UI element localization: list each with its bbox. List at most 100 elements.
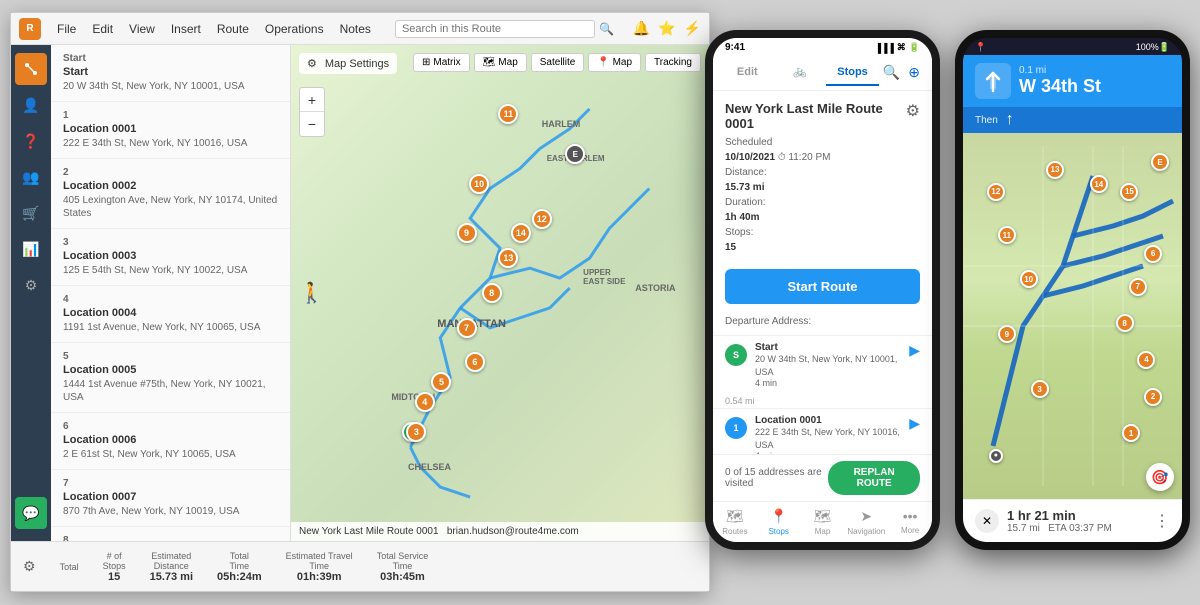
total-section: Total	[60, 562, 79, 572]
menu-file[interactable]: File	[57, 22, 76, 36]
satellite-view-btn[interactable]: Satellite	[531, 53, 585, 72]
stop1-name: Location 0001	[755, 415, 901, 426]
time-label: TotalTime	[230, 551, 250, 571]
nav-pin-8-nav: 8	[1116, 314, 1134, 332]
list-item-4[interactable]: 4 Location 0004 1191 1st Avenue, New Yor…	[51, 286, 290, 343]
nav-then-bar: Then ↑	[963, 107, 1182, 133]
menu-route[interactable]: Route	[217, 22, 249, 36]
stop3-addr: 125 E 54th St, New York, NY 10022, USA	[63, 264, 278, 277]
astoria-label: ASTORIA	[635, 283, 675, 293]
notification-icon[interactable]: 🔔	[633, 20, 650, 37]
nav-turn-arrow	[975, 63, 1011, 99]
list-item-3[interactable]: 3 Location 0003 125 E 54th St, New York,…	[51, 229, 290, 286]
phone1-nav: Edit 🚲 Stops 🔍 ⊕	[713, 55, 932, 91]
phone1-search-icon[interactable]: 🔍	[879, 64, 904, 81]
nav-eta-info: 1 hr 21 min 15.7 mi ETA 03:37 PM	[1007, 508, 1146, 534]
matrix-view-btn[interactable]: ⊞ Matrix	[413, 53, 470, 72]
menu-edit[interactable]: Edit	[92, 22, 113, 36]
phone1-stops-bottom-tab[interactable]: 📍 Stops	[757, 506, 801, 538]
start-route-button[interactable]: Start Route	[725, 269, 920, 304]
settings-icon[interactable]: ⚙	[23, 558, 36, 575]
phone1-navigation-tab[interactable]: ➤ Navigation	[844, 506, 888, 538]
map-type-btn[interactable]: 📍 Map	[588, 53, 641, 72]
sidebar-route-icon[interactable]	[15, 53, 47, 85]
stop1-name: Location 0001	[63, 123, 278, 135]
phone1-more-tab[interactable]: ••• More	[888, 506, 932, 538]
nav-direction-header: 0.1 mi W 34th St	[963, 55, 1182, 107]
travel-label: Estimated TravelTime	[286, 551, 353, 571]
map-zoom-controls: + −	[299, 87, 325, 137]
tracking-label: Tracking	[654, 57, 692, 68]
map-settings-bar: ⚙ Map Settings	[299, 53, 397, 74]
nav-location-button[interactable]: 🎯	[1146, 463, 1174, 491]
time-value: 05h:24m	[217, 571, 262, 583]
list-item-7[interactable]: 7 Location 0007 870 7th Ave, New York, N…	[51, 470, 290, 527]
zoom-out-button[interactable]: −	[300, 112, 324, 136]
star-icon[interactable]: ⭐	[658, 20, 675, 37]
menu-operations[interactable]: Operations	[265, 22, 324, 36]
map-background: ⚙ Map Settings 🚶 + − ⊞ Matrix	[291, 45, 709, 541]
replan-bar: 0 of 15 addresses are visited REPLAN ROU…	[713, 454, 932, 501]
nav-close-button[interactable]: ✕	[975, 509, 999, 533]
menu-notes[interactable]: Notes	[340, 22, 371, 36]
list-item-6[interactable]: 6 Location 0006 2 E 61st St, New York, N…	[51, 413, 290, 470]
list-item-start[interactable]: Start Start 20 W 34th St, New York, NY 1…	[51, 45, 290, 102]
phone1-routes-tab[interactable]: 🗺 Routes	[713, 506, 757, 538]
app-body: 👤 ❓ 👥 🛒 📊 ⚙ 💬 Start Start 20 W 34th St, …	[11, 45, 709, 541]
settings-gear-icon[interactable]: ⚙	[307, 57, 317, 70]
map-pin-3: 9	[457, 223, 477, 243]
stop1-label: 1	[63, 110, 278, 121]
start-name: Start	[63, 66, 278, 78]
nav-bottom-bar: ✕ 1 hr 21 min 15.7 mi ETA 03:37 PM ⋮	[963, 499, 1182, 542]
nav-map[interactable]: E 12 13 14 15 11 10 6 7 8 9 4 3 2 1 ● 🎯	[963, 133, 1182, 499]
app-logo: R	[19, 18, 41, 40]
map-pin-10: 5	[431, 372, 451, 392]
map-pin-9: 6	[465, 352, 485, 372]
menu-insert[interactable]: Insert	[171, 22, 201, 36]
stops-tab-label: Stops	[768, 527, 788, 536]
map-pin-2: 10	[469, 174, 489, 194]
sidebar-settings-icon[interactable]: ⚙	[15, 269, 47, 301]
sidebar-cart-icon[interactable]: 🛒	[15, 197, 47, 229]
phone1-settings-icon[interactable]: ⚙	[906, 101, 920, 121]
phone1-stops-tab[interactable]: Stops	[826, 60, 879, 86]
phone1-bike-tab[interactable]: 🚲	[774, 59, 827, 86]
replan-route-button[interactable]: REPLAN ROUTE	[828, 461, 920, 495]
stop2-label: 2	[63, 167, 278, 178]
more-icon[interactable]: ⚡	[684, 20, 701, 37]
stop7-name: Location 0007	[63, 491, 278, 503]
route-list: Start Start 20 W 34th St, New York, NY 1…	[51, 45, 291, 541]
start-nav-icon[interactable]: ▶	[909, 342, 920, 359]
stop1-nav-icon[interactable]: ▶	[909, 415, 920, 432]
sidebar-chat-icon[interactable]: 💬	[15, 497, 47, 529]
routes-tab-label: Routes	[722, 527, 747, 536]
list-item-1[interactable]: 1 Location 0001 222 E 34th St, New York,…	[51, 102, 290, 159]
map-area[interactable]: ⚙ Map Settings 🚶 + − ⊞ Matrix	[291, 45, 709, 541]
stop1-addr: 222 E 34th St, New York, NY 10016, USA	[755, 426, 901, 451]
stop2-addr: 405 Lexington Ave, New York, NY 10174, U…	[63, 194, 278, 220]
sidebar-team-icon[interactable]: 👥	[15, 161, 47, 193]
zoom-in-button[interactable]: +	[300, 88, 324, 112]
nav-more-button[interactable]: ⋮	[1154, 511, 1170, 531]
phone1-add-icon[interactable]: ⊕	[904, 64, 924, 81]
stop7-label: 7	[63, 478, 278, 489]
phone1-edit-tab[interactable]: Edit	[721, 60, 774, 86]
list-item-2[interactable]: 2 Location 0002 405 Lexington Ave, New Y…	[51, 159, 290, 229]
phone1-map-tab[interactable]: 🗺 Map	[801, 506, 845, 538]
travel-value: 01h:39m	[297, 571, 342, 583]
list-item-5[interactable]: 5 Location 0005 1444 1st Avenue #75th, N…	[51, 343, 290, 413]
menu-view[interactable]: View	[129, 22, 155, 36]
sidebar-contacts-icon[interactable]: 👤	[15, 89, 47, 121]
stop5-addr: 1444 1st Avenue #75th, New York, NY 1002…	[63, 378, 278, 404]
stop4-label: 4	[63, 294, 278, 305]
sidebar-chart-icon[interactable]: 📊	[15, 233, 47, 265]
search-input[interactable]	[395, 20, 595, 38]
list-item-8[interactable]: 8 Location 0008 533 W 47th St, New York,…	[51, 527, 290, 541]
map-settings-label: Map Settings	[325, 58, 389, 70]
map-type-label: 📍 Map	[597, 57, 632, 68]
stop5-label: 5	[63, 351, 278, 362]
sidebar-help-icon[interactable]: ❓	[15, 125, 47, 157]
map-view-btn[interactable]: 🗺 Map	[474, 53, 527, 72]
nav-tab-icon: ➤	[860, 508, 872, 525]
tracking-btn[interactable]: Tracking	[645, 53, 701, 72]
